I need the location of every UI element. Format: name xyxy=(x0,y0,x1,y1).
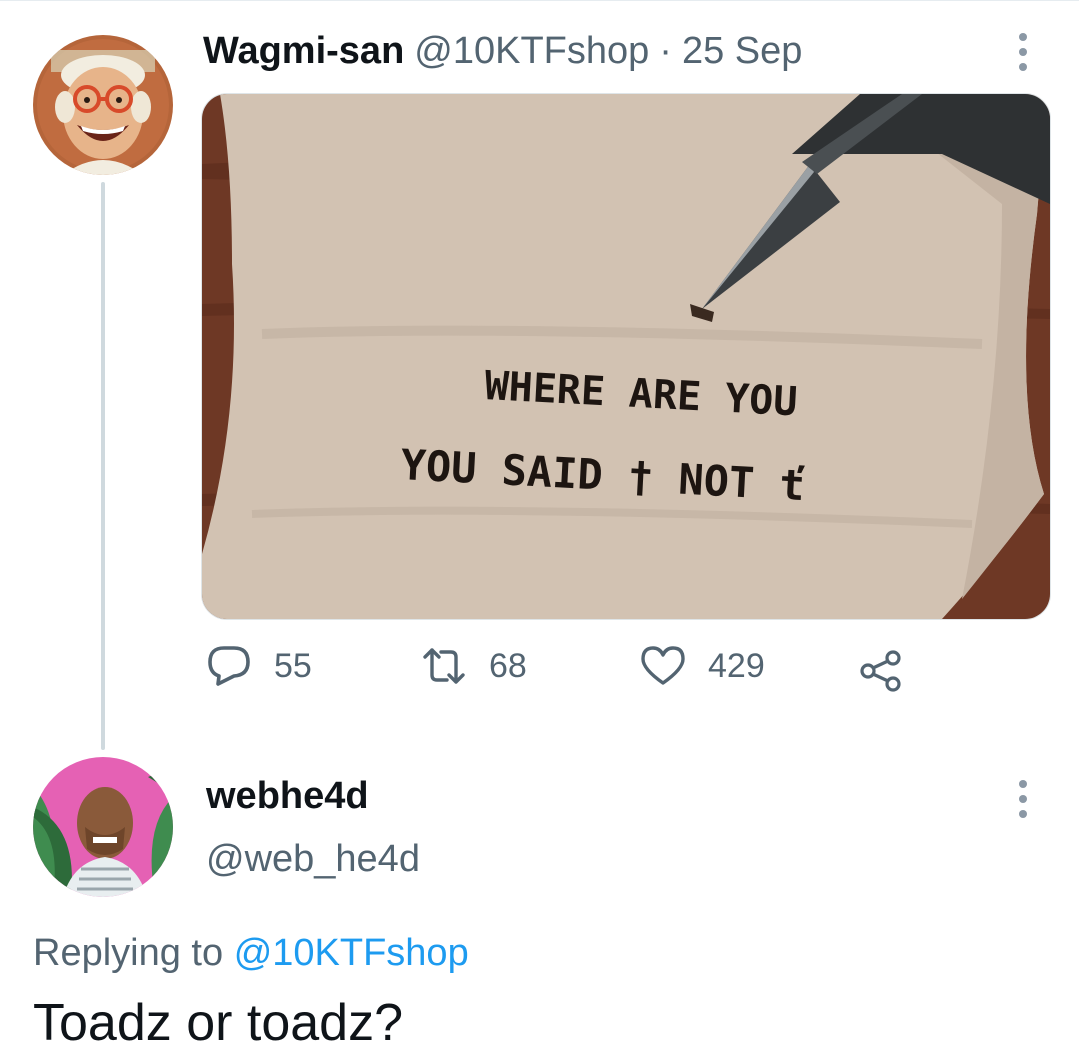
author-name[interactable]: Wagmi-san xyxy=(203,30,404,73)
retweet-count: 68 xyxy=(489,646,527,685)
like-count: 429 xyxy=(708,646,765,685)
reply-icon xyxy=(208,646,250,686)
top-divider xyxy=(0,0,1079,1)
header-separator: · xyxy=(659,29,672,72)
reply-more-icon[interactable] xyxy=(1019,780,1027,818)
like-button[interactable]: 429 xyxy=(640,645,765,687)
replying-to-line: Replying to @10KTFshop xyxy=(33,932,469,975)
tweet-header: Wagmi-san @10KTFshop · 25 Sep xyxy=(203,28,802,74)
reply-button[interactable]: 55 xyxy=(206,645,312,687)
thread-connector-line xyxy=(101,182,105,750)
reply-text: Toadz or toadz? xyxy=(33,994,404,1052)
wagmi-san-avatar[interactable] xyxy=(33,35,173,175)
reply-count: 55 xyxy=(274,646,312,685)
tweet-media-image[interactable]: WHERE ARE YOU YOU SAID † NOT ť xyxy=(201,93,1051,620)
reply-author-handle[interactable]: @web_he4d xyxy=(206,838,420,881)
replying-to-link[interactable]: @10KTFshop xyxy=(234,932,469,974)
retweet-button[interactable]: 68 xyxy=(421,645,527,687)
retweet-icon xyxy=(423,648,465,684)
replying-to-prefix: Replying to xyxy=(33,932,224,974)
share-icon xyxy=(860,650,901,692)
share-button[interactable] xyxy=(858,650,904,692)
tweet-date[interactable]: 25 Sep xyxy=(682,30,802,73)
like-icon xyxy=(641,646,685,685)
author-handle[interactable]: @10KTFshop xyxy=(414,30,649,73)
reply-author-name[interactable]: webhe4d xyxy=(206,775,369,818)
more-icon[interactable] xyxy=(1019,33,1027,71)
webhe4d-avatar[interactable] xyxy=(33,757,173,897)
